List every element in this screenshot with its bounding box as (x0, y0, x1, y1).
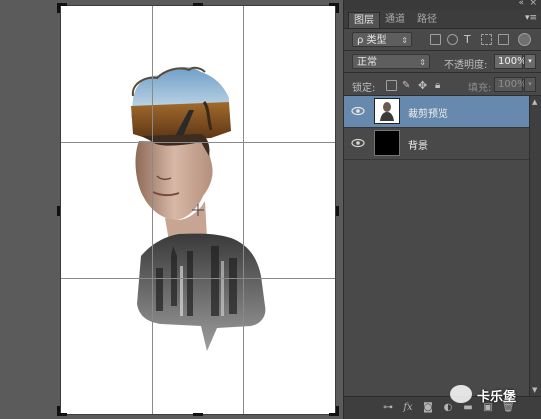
crop-handle-bottom-left-v[interactable] (57, 406, 60, 416)
layer-row-crop-preview[interactable]: 裁剪预览 (344, 96, 529, 128)
fill-label: 填充: (468, 83, 492, 94)
eye-icon[interactable] (351, 105, 365, 117)
wechat-logo-icon (450, 385, 472, 403)
layer-thumbnail-black (374, 130, 400, 156)
crop-handle-top-right-v[interactable] (336, 3, 339, 13)
filter-kind-select[interactable]: ρ 类型 ⇕ (352, 32, 412, 47)
chevron-updown-icon: ⇕ (419, 58, 426, 67)
tab-paths[interactable]: 路径 (412, 12, 442, 27)
layer-thumbnail-portrait (374, 98, 400, 124)
portrait-thumbnail-icon (380, 102, 394, 121)
fill-dropdown-icon[interactable]: ▾ (524, 77, 536, 92)
opacity-dropdown-icon[interactable]: ▾ (524, 54, 536, 69)
link-icon[interactable]: ⊶ (382, 402, 394, 413)
collapse-icon[interactable]: « (518, 0, 524, 8)
tab-layers[interactable]: 图层 (348, 12, 380, 28)
grid-line-horizontal-1 (61, 142, 335, 143)
opacity-label: 不透明度: (444, 60, 488, 71)
filter-type-icon[interactable]: T (464, 34, 475, 45)
crop-handle-bottom-right-v[interactable] (336, 406, 339, 416)
crop-handle-left-middle[interactable] (57, 206, 60, 216)
layer-name[interactable]: 裁剪预览 (408, 105, 448, 120)
layers-panel: « × 图层 通道 路径 ▾≡ ρ 类型 ⇕ T 正常 ⇕ 不透明度: 100%… (343, 0, 541, 419)
eye-icon[interactable] (351, 137, 365, 149)
close-icon[interactable]: × (529, 0, 537, 8)
layer-filter-row: ρ 类型 ⇕ T (352, 32, 534, 47)
filter-smartobject-icon[interactable] (498, 34, 509, 45)
crop-handle-top-middle[interactable] (193, 3, 203, 6)
document-canvas[interactable] (61, 6, 335, 414)
filter-shape-icon[interactable] (481, 34, 492, 45)
divider (344, 50, 541, 51)
filter-adjustment-icon[interactable] (447, 34, 458, 45)
chevron-updown-icon: ⇕ (401, 36, 408, 45)
lock-transparent-icon[interactable] (386, 80, 397, 91)
tab-channels[interactable]: 通道 (380, 12, 410, 27)
blend-mode-select[interactable]: 正常 ⇕ (352, 54, 430, 69)
grid-line-vertical-1 (152, 6, 153, 414)
lock-position-icon[interactable]: ✥ (418, 80, 429, 91)
watermark: 卡乐堡 (450, 383, 538, 407)
lock-all-icon[interactable]: 🔒︎ (435, 80, 446, 91)
layer-row-background[interactable]: 背景 (344, 128, 529, 160)
layers-scrollbar[interactable]: ▲ ▼ (529, 96, 541, 396)
panel-tabs: 图层 通道 路径 ▾≡ (344, 10, 541, 29)
canvas-workspace[interactable] (0, 0, 343, 419)
filter-kind-label: ρ 类型 (357, 35, 387, 46)
layer-name[interactable]: 背景 (408, 137, 428, 152)
fx-icon[interactable]: fx (402, 402, 414, 413)
crop-handle-top-left-v[interactable] (57, 3, 60, 13)
blend-mode-label: 正常 (357, 57, 377, 68)
grid-line-horizontal-2 (61, 278, 335, 279)
divider (344, 72, 541, 73)
crop-handle-right-middle[interactable] (336, 206, 339, 216)
crop-handle-bottom-middle[interactable] (193, 413, 203, 416)
mask-icon[interactable]: ◙ (422, 402, 434, 413)
opacity-input[interactable]: 100% (494, 54, 527, 69)
filter-pixel-icon[interactable] (430, 34, 441, 45)
panel-title-bar: « × (344, 0, 541, 10)
scroll-up-icon[interactable]: ▲ (532, 98, 537, 106)
filter-toggle-icon[interactable] (518, 33, 531, 46)
panel-menu-icon[interactable]: ▾≡ (525, 13, 537, 23)
fill-input[interactable]: 100% (494, 77, 527, 92)
layers-list: 裁剪预览 背景 (344, 96, 541, 396)
grid-line-vertical-2 (243, 6, 244, 414)
watermark-text: 卡乐堡 (477, 390, 517, 405)
double-exposure-artwork (131, 66, 266, 351)
lock-label: 锁定: (352, 83, 376, 94)
lock-image-icon[interactable]: ✎ (402, 80, 413, 91)
